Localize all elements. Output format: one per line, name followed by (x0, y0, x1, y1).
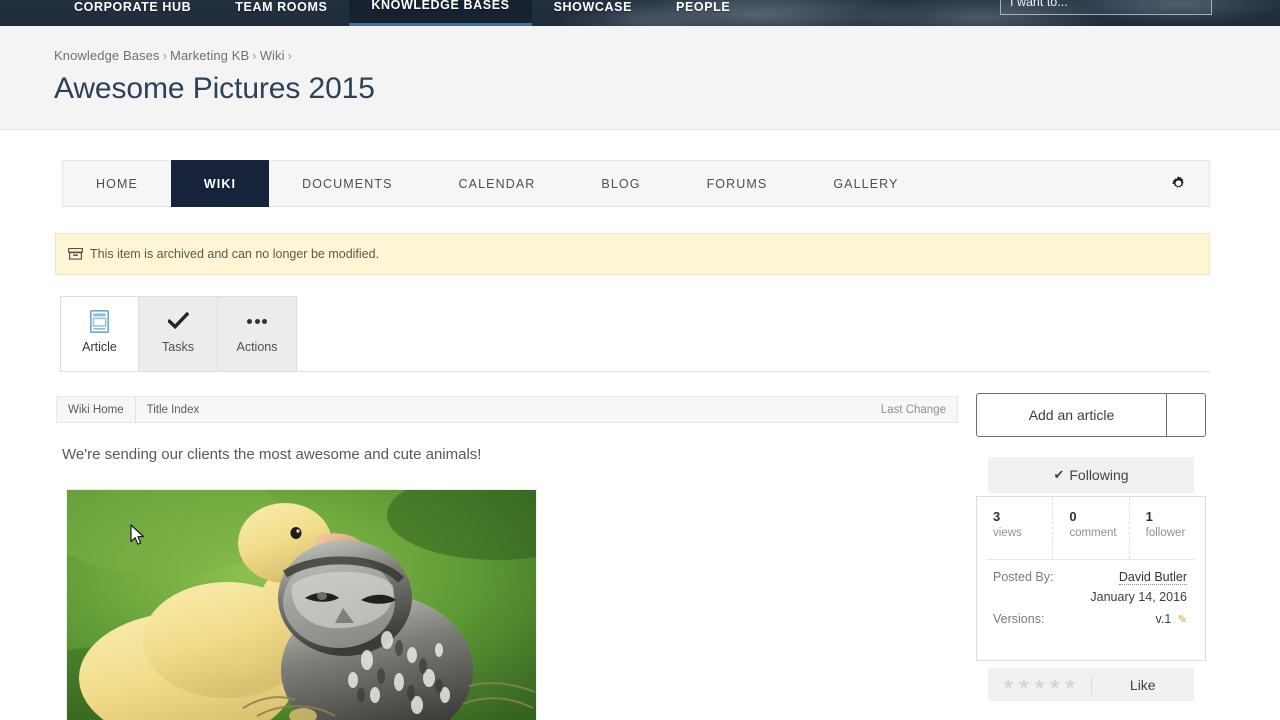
tab-calendar[interactable]: CALENDAR (426, 161, 569, 206)
mode-tab-underline (60, 371, 1210, 372)
add-article-dropdown-toggle[interactable] (1166, 394, 1205, 436)
page-header-band: Knowledge Bases › Marketing KB › Wiki › Aweso… (0, 26, 1280, 130)
posted-by-label: Posted By: (993, 570, 1054, 584)
breadcrumb-separator: › (162, 48, 168, 63)
article-image (66, 489, 537, 720)
rating-like-bar: ★ ★ ★ ★ ★ Like (988, 668, 1194, 701)
archive-box-icon (68, 248, 83, 260)
like-button[interactable]: Like (1092, 677, 1195, 693)
wiki-toolbar: Wiki Home Title Index Last Change (56, 396, 958, 423)
section-settings-button[interactable] (1170, 161, 1209, 206)
global-search-input[interactable]: I want to... (1000, 0, 1212, 15)
global-navigation-bar: CORPORATE HUB TEAM ROOMS KNOWLEDGE BASES… (0, 0, 1280, 26)
mode-tab-article-label: Article (82, 340, 117, 354)
page-root: CORPORATE HUB TEAM ROOMS KNOWLEDGE BASES… (0, 0, 1280, 720)
versions-label: Versions: (993, 612, 1045, 626)
wiki-home-link[interactable]: Wiki Home (57, 397, 136, 422)
following-button[interactable]: ✔ Following (988, 457, 1194, 493)
stat-comments-value: 0 (1069, 509, 1077, 524)
star-icon[interactable]: ★ (1033, 677, 1046, 692)
breadcrumb-item-wiki[interactable]: Wiki (260, 48, 285, 63)
mode-tab-tasks-label: Tasks (162, 340, 194, 354)
versions-value[interactable]: v.1 (1156, 612, 1172, 626)
tab-blog[interactable]: BLOG (568, 161, 673, 206)
mode-tab-article[interactable]: Article (60, 296, 139, 372)
page-title: Awesome Pictures 2015 (54, 72, 375, 105)
global-nav-item-corporate-hub[interactable]: CORPORATE HUB (52, 0, 213, 26)
article-icon (90, 308, 109, 334)
star-icon[interactable]: ★ (1048, 677, 1061, 692)
posted-by-row: Posted By: David Butler (993, 570, 1187, 585)
stat-views: 3 views (977, 497, 1054, 559)
breadcrumb-item-knowledge-bases[interactable]: Knowledge Bases (54, 48, 160, 63)
ellipsis-icon (247, 308, 267, 334)
breadcrumb-separator: › (287, 48, 293, 63)
stat-row: 3 views 0 comment 1 follower (977, 497, 1205, 559)
tab-gallery[interactable]: GALLERY (800, 161, 931, 206)
star-rating[interactable]: ★ ★ ★ ★ ★ (988, 677, 1091, 692)
stat-views-caption: views (993, 527, 1022, 540)
stat-followers-caption: follower (1145, 527, 1186, 540)
stat-followers-value: 1 (1145, 509, 1153, 524)
last-change-link[interactable]: Last Change (870, 397, 957, 422)
tab-documents[interactable]: DOCUMENTS (269, 161, 425, 206)
posted-date-row: January 14, 2016 (993, 590, 1187, 604)
global-nav-item-showcase[interactable]: SHOWCASE (532, 0, 654, 26)
global-nav-item-knowledge-bases[interactable]: KNOWLEDGE BASES (349, 0, 532, 26)
mode-tab-actions-label: Actions (236, 340, 278, 354)
add-article-button[interactable]: Add an article (976, 393, 1206, 437)
breadcrumb: Knowledge Bases › Marketing KB › Wiki › (54, 48, 295, 63)
breadcrumb-item-marketing-kb[interactable]: Marketing KB (170, 48, 249, 63)
add-article-label: Add an article (1028, 407, 1115, 423)
global-nav-items: CORPORATE HUB TEAM ROOMS KNOWLEDGE BASES… (52, 0, 752, 26)
tab-home[interactable]: HOME (63, 161, 171, 206)
global-nav-item-people[interactable]: PEOPLE (654, 0, 752, 26)
article-body-text: We're sending our clients the most aweso… (62, 446, 482, 463)
posted-date: January 14, 2016 (1090, 590, 1187, 604)
mode-tab-group: Article Tasks Actions (60, 296, 297, 372)
breadcrumb-separator: › (252, 48, 257, 63)
following-label: Following (1069, 467, 1129, 483)
stat-comments-caption: comment (1069, 527, 1117, 540)
versions-row: Versions: v.1 ✎ (993, 612, 1187, 626)
posted-by-value[interactable]: David Butler (1118, 570, 1187, 585)
tab-forums[interactable]: FORUMS (674, 161, 801, 206)
check-icon (167, 308, 189, 334)
article-info-card: 3 views 0 comment 1 follower Posted By: … (976, 496, 1206, 661)
tab-wiki[interactable]: WIKI (170, 160, 270, 207)
global-nav-item-team-rooms[interactable]: TEAM ROOMS (213, 0, 349, 26)
section-tab-strip: HOME WIKI DOCUMENTS CALENDAR BLOG FORUMS… (62, 160, 1210, 207)
star-icon[interactable]: ★ (1002, 677, 1015, 692)
stat-followers: 1 follower (1130, 497, 1205, 559)
archive-notice-text: This item is archived and can no longer … (90, 247, 380, 261)
check-icon: ✔ (1053, 467, 1065, 482)
pencil-icon[interactable]: ✎ (1178, 614, 1187, 626)
title-index-link[interactable]: Title Index (136, 397, 211, 422)
versions-value-group: v.1 ✎ (1156, 612, 1187, 626)
mode-tab-tasks[interactable]: Tasks (139, 296, 218, 372)
mode-tab-actions[interactable]: Actions (218, 296, 297, 372)
archive-notice: This item is archived and can no longer … (55, 233, 1210, 275)
stat-comments: 0 comment (1053, 497, 1130, 559)
star-icon[interactable]: ★ (1017, 677, 1030, 692)
article-meta: Posted By: David Butler January 14, 2016… (977, 560, 1205, 626)
gear-icon (1170, 175, 1187, 192)
stat-views-value: 3 (993, 509, 1001, 524)
star-icon[interactable]: ★ (1063, 677, 1076, 692)
